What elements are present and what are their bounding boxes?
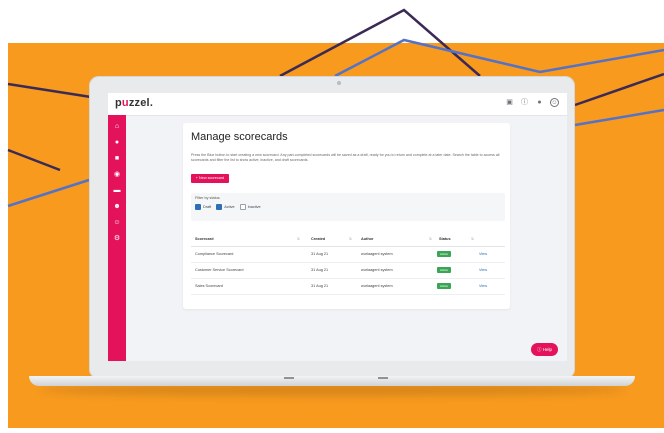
app-screen: puzzel. ▣ ⓘ ● ☺ ⌂ ● ■ ◉ ▬ ☻ ☺ ⚙ Manage s… (108, 93, 567, 361)
user-icon[interactable]: ☺ (550, 98, 559, 107)
new-scorecard-button[interactable]: + New scorecard (191, 174, 229, 183)
sort-icon[interactable]: ⇅ (297, 237, 300, 241)
chat-icon[interactable]: ● (113, 139, 121, 147)
checkbox[interactable] (216, 204, 223, 210)
gear-icon[interactable]: ⚙ (113, 235, 121, 243)
filter-inactive[interactable]: Inactive (239, 204, 261, 210)
people-icon[interactable]: ☻ (113, 203, 121, 211)
message-icon[interactable]: ▬ (113, 187, 121, 195)
filter-active[interactable]: Active (216, 204, 235, 210)
page-description: Press the Blue button to start creating … (191, 153, 500, 162)
status-filter: Filter by status Draft Active Inactive (191, 193, 505, 221)
scorecard-name: Sales Scorecard (195, 284, 223, 288)
filter-title: Filter by status (195, 196, 220, 200)
logo: puzzel. (115, 97, 154, 109)
column-header-scorecard[interactable]: Scorecard (195, 237, 214, 241)
status-badge: Active (437, 283, 451, 289)
checkbox[interactable] (195, 204, 201, 210)
help-icon: ⓘ (536, 347, 542, 352)
view-link[interactable]: View (479, 284, 487, 288)
person-add-icon[interactable]: ☺ (113, 219, 121, 227)
laptop-hinge (378, 377, 388, 379)
sort-icon[interactable]: ⇅ (429, 237, 432, 241)
sidebar: ⌂ ● ■ ◉ ▬ ☻ ☺ ⚙ (108, 115, 126, 361)
table-row: Sales Scorecard 31 Aug 21 wurlaagent sys… (191, 278, 505, 295)
column-header-status[interactable]: Status (439, 237, 451, 241)
clipboard-icon[interactable]: ■ (113, 155, 121, 163)
help-circle-icon[interactable]: ⓘ (520, 98, 529, 107)
created-date: 31 Aug 21 (311, 268, 329, 272)
page-title: Manage scorecards (191, 131, 288, 143)
sort-icon[interactable]: ⇅ (471, 237, 474, 241)
created-date: 31 Aug 21 (311, 284, 329, 288)
grid-icon[interactable]: ▣ (505, 98, 514, 107)
status-badge: Active (437, 251, 451, 257)
column-header-author[interactable]: Author (361, 237, 373, 241)
column-header-created[interactable]: Created (311, 237, 325, 241)
bell-icon[interactable]: ● (535, 98, 544, 107)
status-badge: Active (437, 267, 451, 273)
top-bar: puzzel. ▣ ⓘ ● ☺ (108, 93, 567, 116)
scorecard-name: Compliance Scorecard (195, 252, 234, 256)
laptop-hinge (284, 377, 294, 379)
camera-icon (337, 81, 341, 85)
table-row: Compliance Scorecard 31 Aug 21 wurlaagen… (191, 246, 505, 263)
view-link[interactable]: View (479, 252, 487, 256)
scorecards-panel: Manage scorecards Press the Blue button … (183, 123, 510, 309)
sort-icon[interactable]: ⇅ (349, 237, 352, 241)
author: wurlaagent system (361, 252, 393, 256)
author: wurlaagent system (361, 268, 393, 272)
view-link[interactable]: View (479, 268, 487, 272)
created-date: 31 Aug 21 (311, 252, 329, 256)
home-icon[interactable]: ⌂ (113, 123, 121, 131)
laptop-base (29, 376, 635, 386)
scorecard-name: Customer Service Scorecard (195, 268, 244, 272)
checkbox[interactable] (239, 204, 246, 210)
help-button[interactable]: ⓘ Help (531, 343, 558, 356)
author: wurlaagent system (361, 284, 393, 288)
table-row: Customer Service Scorecard 31 Aug 21 wur… (191, 262, 505, 279)
settings-icon[interactable]: ◉ (113, 171, 121, 179)
filter-draft[interactable]: Draft (195, 204, 211, 210)
